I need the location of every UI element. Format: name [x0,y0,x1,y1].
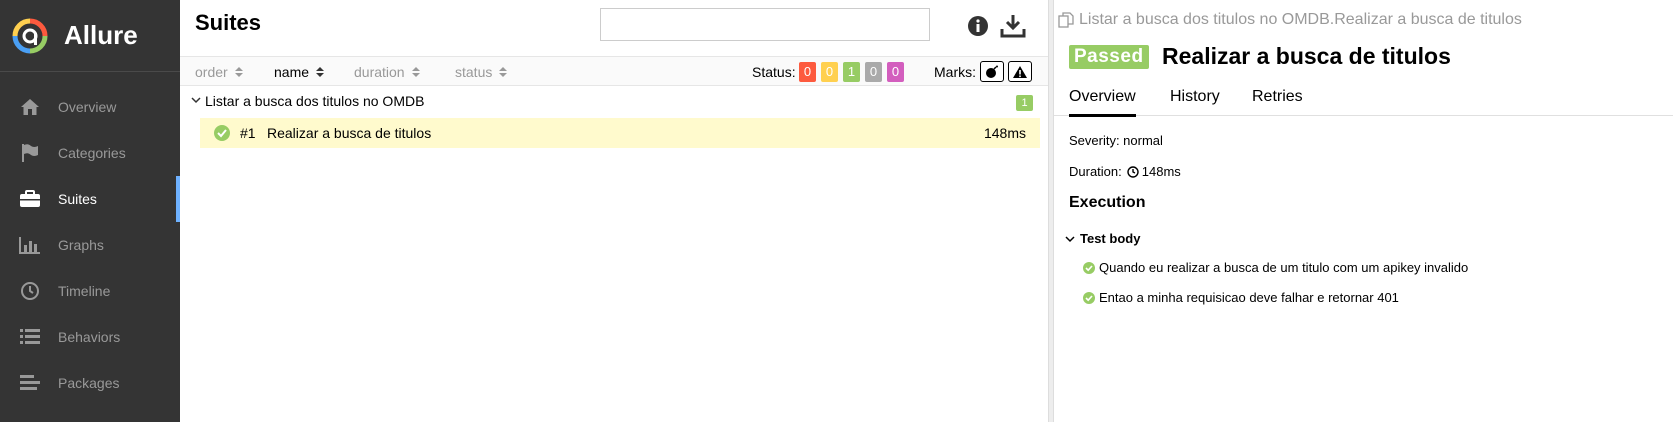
status-filter-label: Status: [752,64,796,80]
list-icon [18,326,42,348]
sort-arrows-icon [234,67,243,77]
sort-label: status [455,64,493,80]
duration-label: Duration: [1069,164,1122,179]
download-icon[interactable] [1000,14,1026,38]
sort-status[interactable]: status [455,64,508,80]
allure-logo-icon [12,18,48,53]
chevron-down-icon [1065,235,1075,242]
suites-header: Suites [180,0,1048,56]
breadcrumb[interactable]: Listar a busca dos titulos no OMDB.Reali… [1058,11,1522,29]
sort-toolbar: order name duration status Status: 0 0 1… [180,56,1048,86]
breadcrumb-text: Listar a busca dos titulos no OMDB.Reali… [1079,11,1522,28]
status-failed-toggle[interactable]: 0 [799,62,816,82]
test-body-label: Test body [1080,231,1141,246]
sidebar-item-label: Categories [58,145,126,161]
clock-icon [18,280,42,302]
status-skipped-toggle[interactable]: 0 [865,62,882,82]
sort-name[interactable]: name [274,64,325,80]
sidebar-item-timeline[interactable]: Timeline [0,268,180,314]
severity-field: Severity: normal [1069,133,1163,148]
passed-check-icon [214,125,230,146]
search-input[interactable] [600,8,930,41]
test-row[interactable]: #1 Realizar a busca de titulos 148ms [200,118,1040,148]
sort-duration[interactable]: duration [354,64,420,80]
duration-value: 148ms [1141,164,1181,179]
test-title: Realizar a busca de titulos [1162,43,1451,69]
sidebar-item-label: Suites [58,191,97,207]
flaky-bomb-icon[interactable] [980,61,1004,82]
sidebar-item-label: Behaviors [58,329,121,345]
execution-heading: Execution [1069,194,1146,211]
test-name: Realizar a busca de titulos [267,125,432,141]
suites-pane: Suites order name duration status Status… [180,0,1048,422]
info-icon[interactable] [966,14,990,38]
sidebar-item-graphs[interactable]: Graphs [0,222,180,268]
step-item[interactable]: Quando eu realizar a busca de um titulo … [1083,260,1468,275]
sidebar: Allure Overview Categories Suites Graphs [0,0,180,422]
test-body-toggle[interactable]: Test body [1065,231,1140,246]
status-unknown-toggle[interactable]: 0 [887,62,904,82]
sort-label: duration [354,64,405,80]
chevron-down-icon [191,92,201,110]
suite-group-count: 1 [1016,95,1033,111]
test-detail-pane: Listar a busca dos titulos no OMDB.Reali… [1054,0,1673,422]
passed-check-icon [1083,261,1095,274]
copy-icon [1058,12,1074,28]
sidebar-item-categories[interactable]: Categories [0,130,180,176]
sort-arrows-icon [316,67,325,77]
brand-name: Allure [64,20,138,50]
tab-retries[interactable]: Retries [1252,88,1303,114]
status-broken-toggle[interactable]: 0 [821,62,838,82]
align-left-icon [18,372,42,394]
bar-chart-icon [18,234,42,256]
duration-field: Duration: 148ms [1069,164,1181,179]
sidebar-nav: Overview Categories Suites Graphs Timeli… [0,84,180,406]
sidebar-item-overview[interactable]: Overview [0,84,180,130]
tab-history[interactable]: History [1170,88,1220,114]
step-item[interactable]: Entao a minha requisicao deve falhar e r… [1083,290,1399,305]
sidebar-item-packages[interactable]: Packages [0,360,180,406]
page-title: Suites [195,10,262,35]
status-badge: Passed [1069,45,1149,69]
briefcase-icon [18,188,42,210]
sidebar-item-suites[interactable]: Suites [0,176,180,222]
sidebar-item-behaviors[interactable]: Behaviors [0,314,180,360]
flag-icon [18,142,42,164]
passed-check-icon [1083,291,1095,304]
step-label: Entao a minha requisicao deve falhar e r… [1099,290,1399,305]
test-duration: 148ms [983,125,1026,141]
test-number: #1 [240,125,256,141]
sort-label: name [274,64,310,80]
sort-label: order [195,64,228,80]
sidebar-item-label: Overview [58,99,117,115]
brand[interactable]: Allure [0,0,180,72]
suite-group-label: Listar a busca dos titulos no OMDB [205,93,425,109]
sort-arrows-icon [499,67,508,77]
marks-filter-label: Marks: [934,64,976,80]
warning-icon[interactable] [1008,61,1032,82]
detail-tabs: Overview History Retries [1054,82,1673,117]
sort-arrows-icon [411,67,420,77]
sidebar-item-label: Packages [58,375,120,391]
step-label: Quando eu realizar a busca de um titulo … [1099,260,1469,275]
clock-icon [1127,165,1139,178]
sidebar-item-label: Timeline [58,283,111,299]
sidebar-item-label: Graphs [58,237,104,253]
home-icon [18,96,42,118]
tab-overview[interactable]: Overview [1069,88,1136,117]
suite-group[interactable]: Listar a busca dos titulos no OMDB 1 [180,89,1048,115]
sort-order[interactable]: order [195,64,243,80]
status-passed-toggle[interactable]: 1 [843,62,860,82]
